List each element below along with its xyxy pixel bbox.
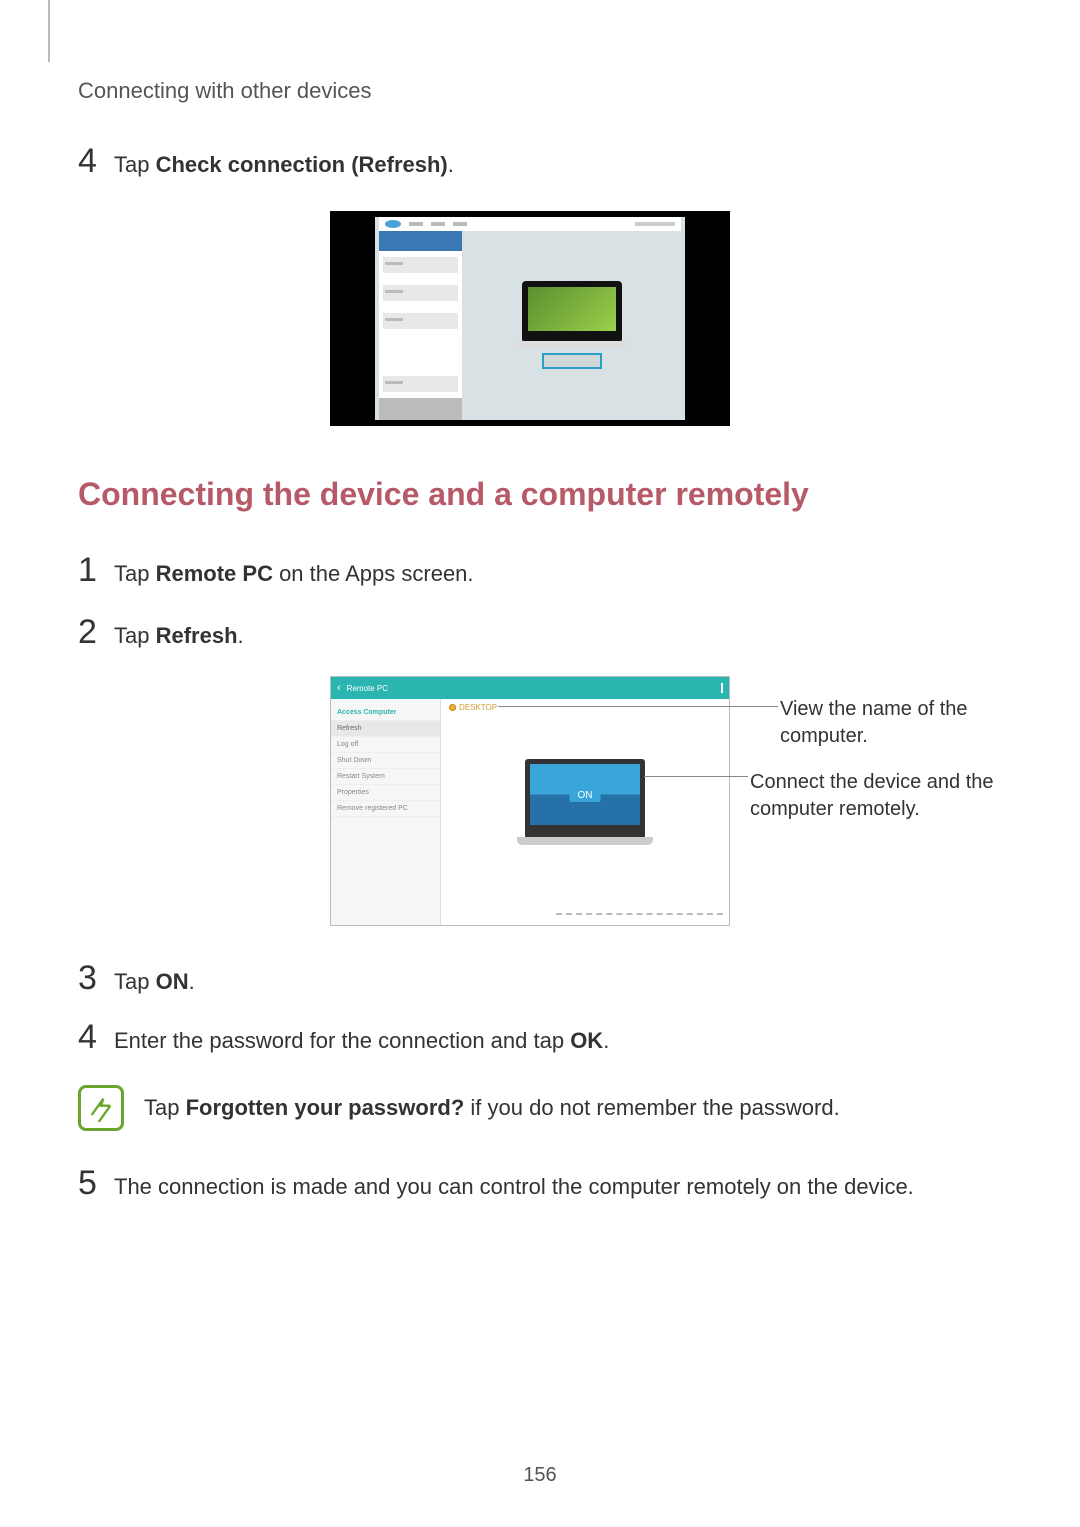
step-post: . [603, 1028, 609, 1053]
step-post: on the Apps screen. [273, 561, 474, 586]
topbar-stub [431, 222, 445, 226]
step-row: 1 Tap Remote PC on the Apps screen. [78, 553, 1010, 590]
section-heading: Connecting the device and a computer rem… [78, 476, 1010, 513]
step-number: 1 [78, 553, 114, 587]
step-text: The connection is made and you can contr… [114, 1172, 914, 1203]
sidebar-item: Refresh [331, 721, 440, 737]
topbar-stub [453, 222, 467, 226]
note-row: Tap Forgotten your password? if you do n… [78, 1085, 1010, 1131]
step-row: 5 The connection is made and you can con… [78, 1166, 1010, 1203]
note-pre: Tap [144, 1095, 186, 1120]
step-post: . [238, 623, 244, 648]
step-number: 2 [78, 615, 114, 649]
step-bold: ON [156, 969, 189, 994]
note-post: if you do not remember the password. [464, 1095, 839, 1120]
note-icon [78, 1085, 124, 1131]
callout-text: View the name of the computer. [780, 696, 1000, 750]
sidebar-foot [379, 398, 463, 420]
figure-check-connection [330, 211, 730, 426]
on-badge: ON [570, 789, 601, 802]
step-row: 4 Enter the password for the connection … [78, 1020, 1010, 1057]
step-text: Tap Remote PC on the Apps screen. [114, 559, 474, 590]
sidebar-item: Shut Down [331, 753, 440, 769]
step-pre: Tap [114, 969, 156, 994]
figure-title: Remote PC [347, 684, 388, 693]
step-row: 3 Tap ON. [78, 961, 1010, 998]
sidebar-stub [383, 257, 459, 273]
callout-leader [498, 706, 778, 707]
laptop-icon [522, 281, 622, 343]
step-post: . [448, 152, 454, 177]
figure-remote-pc: ‹ Remote PC Access Computer Refresh Log … [330, 676, 730, 926]
sidebar-head [379, 231, 463, 251]
step-text: Enter the password for the connection an… [114, 1026, 609, 1057]
sidebar-item: Log off [331, 737, 440, 753]
step-row: 4 Tap Check connection (Refresh). [78, 144, 1010, 181]
callout-text: Connect the device and the computer remo… [750, 769, 1000, 823]
step-bold: Remote PC [156, 561, 273, 586]
dashed-divider [556, 913, 723, 915]
step-bold: Refresh [156, 623, 238, 648]
step-text: Tap Check connection (Refresh). [114, 150, 454, 181]
cloud-icon [385, 220, 401, 228]
computer-name: DESKTOP [459, 703, 497, 712]
sidebar-item: Restart System [331, 769, 440, 785]
step-pre: Tap [114, 561, 156, 586]
step-pre: The connection is made and you can contr… [114, 1174, 914, 1199]
laptop-icon: ON [525, 759, 645, 839]
step-number: 4 [78, 1020, 114, 1054]
sidebar: Access Computer Refresh Log off Shut Dow… [331, 699, 441, 925]
callout-leader [644, 776, 748, 777]
check-connection-button [542, 353, 602, 369]
topbar-stub [409, 222, 423, 226]
step-number: 5 [78, 1166, 114, 1200]
step-post: . [189, 969, 195, 994]
sidebar-item: Remove registered PC [331, 801, 440, 817]
step-pre: Tap [114, 623, 156, 648]
sidebar-item: Access Computer [331, 705, 440, 721]
step-text: Tap ON. [114, 967, 195, 998]
menu-icon [721, 683, 723, 693]
sidebar-stub [383, 313, 459, 329]
step-bold: OK [570, 1028, 603, 1053]
step-pre: Tap [114, 152, 156, 177]
topbar-stub [635, 222, 675, 226]
step-number: 4 [78, 144, 114, 178]
sidebar-stub [383, 285, 459, 301]
note-bold: Forgotten your password? [186, 1095, 465, 1120]
section-breadcrumb: Connecting with other devices [78, 78, 1010, 104]
sidebar-item: Properties [331, 785, 440, 801]
sidebar-stub [383, 376, 459, 392]
step-number: 3 [78, 961, 114, 995]
header-accent-bar [48, 0, 50, 62]
step-pre: Enter the password for the connection an… [114, 1028, 570, 1053]
status-dot-icon [449, 704, 456, 711]
page-number: 156 [0, 1464, 1080, 1487]
step-bold: Check connection (Refresh) [156, 152, 448, 177]
back-icon: ‹ [337, 682, 341, 694]
computer-name-label: DESKTOP [449, 703, 497, 712]
note-text: Tap Forgotten your password? if you do n… [144, 1095, 840, 1121]
step-text: Tap Refresh. [114, 621, 244, 652]
step-row: 2 Tap Refresh. [78, 615, 1010, 652]
